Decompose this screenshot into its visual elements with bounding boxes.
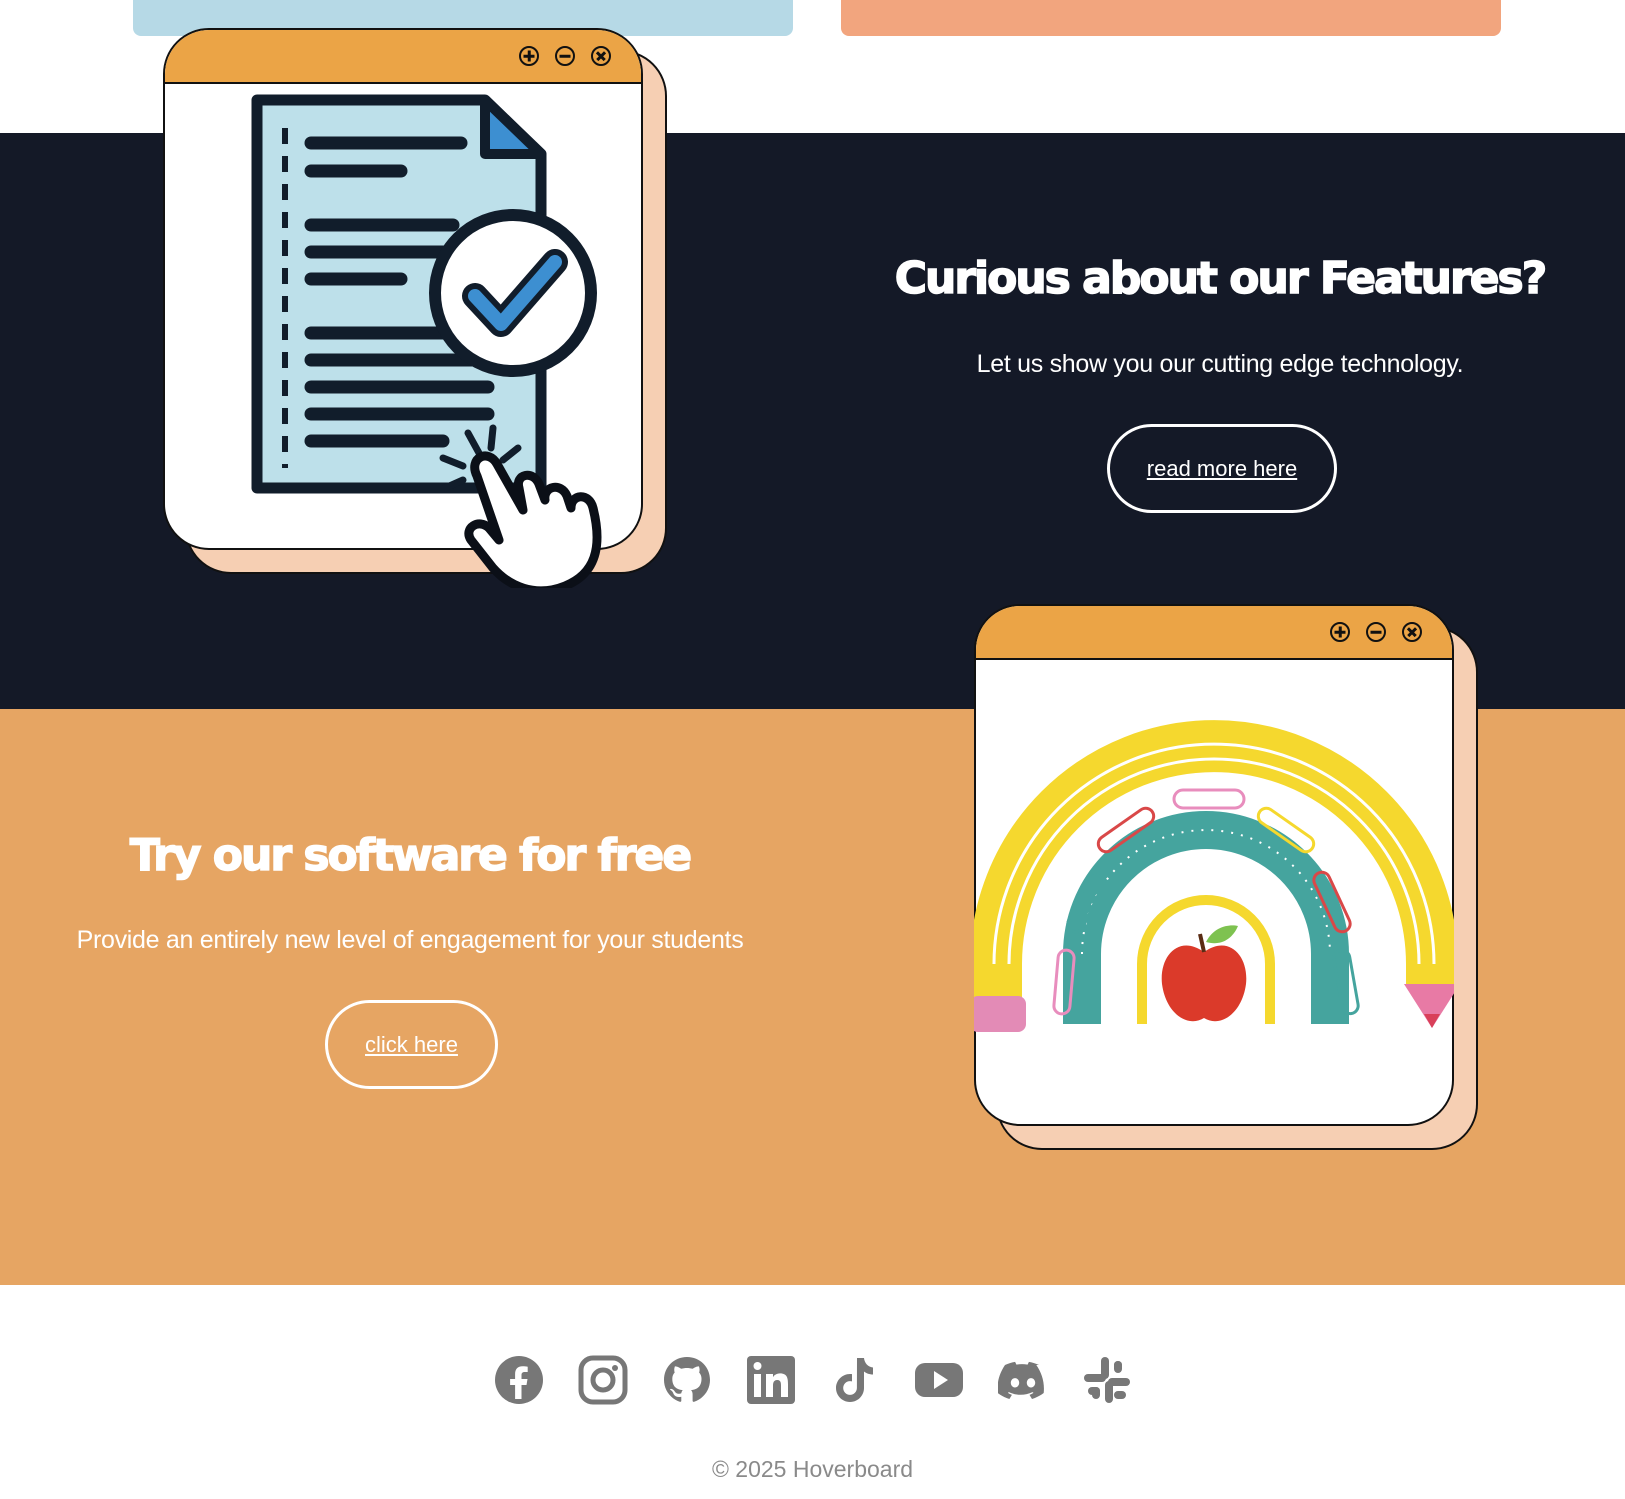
document-check-icon bbox=[251, 94, 602, 588]
read-more-button[interactable]: read more here bbox=[1107, 424, 1337, 513]
document-window-illustration bbox=[163, 28, 667, 588]
facebook-icon[interactable] bbox=[494, 1355, 544, 1405]
linkedin-icon[interactable] bbox=[746, 1355, 796, 1405]
page: Curious about our Features? Let us show … bbox=[0, 0, 1625, 1499]
rainbow-window-illustration bbox=[974, 604, 1478, 1150]
discord-icon[interactable] bbox=[997, 1355, 1048, 1405]
instagram-icon[interactable] bbox=[578, 1355, 628, 1405]
feature-card-orange bbox=[841, 0, 1501, 36]
youtube-icon[interactable] bbox=[914, 1355, 964, 1405]
free-trial-subtext: Provide an entirely new level of engagem… bbox=[76, 926, 744, 954]
school-rainbow-icon bbox=[974, 720, 1454, 1032]
social-links bbox=[0, 1355, 1625, 1405]
github-icon[interactable] bbox=[662, 1355, 712, 1405]
free-trial-heading: Try our software for free bbox=[129, 829, 693, 882]
slack-icon[interactable] bbox=[1082, 1355, 1132, 1405]
tiktok-icon[interactable] bbox=[830, 1355, 880, 1405]
features-heading: Curious about our Features? bbox=[894, 252, 1548, 305]
click-here-button[interactable]: click here bbox=[325, 1000, 498, 1089]
features-subtext: Let us show you our cutting edge technol… bbox=[976, 350, 1464, 378]
copyright-text: © 2025 Hoverboard bbox=[711, 1456, 914, 1482]
